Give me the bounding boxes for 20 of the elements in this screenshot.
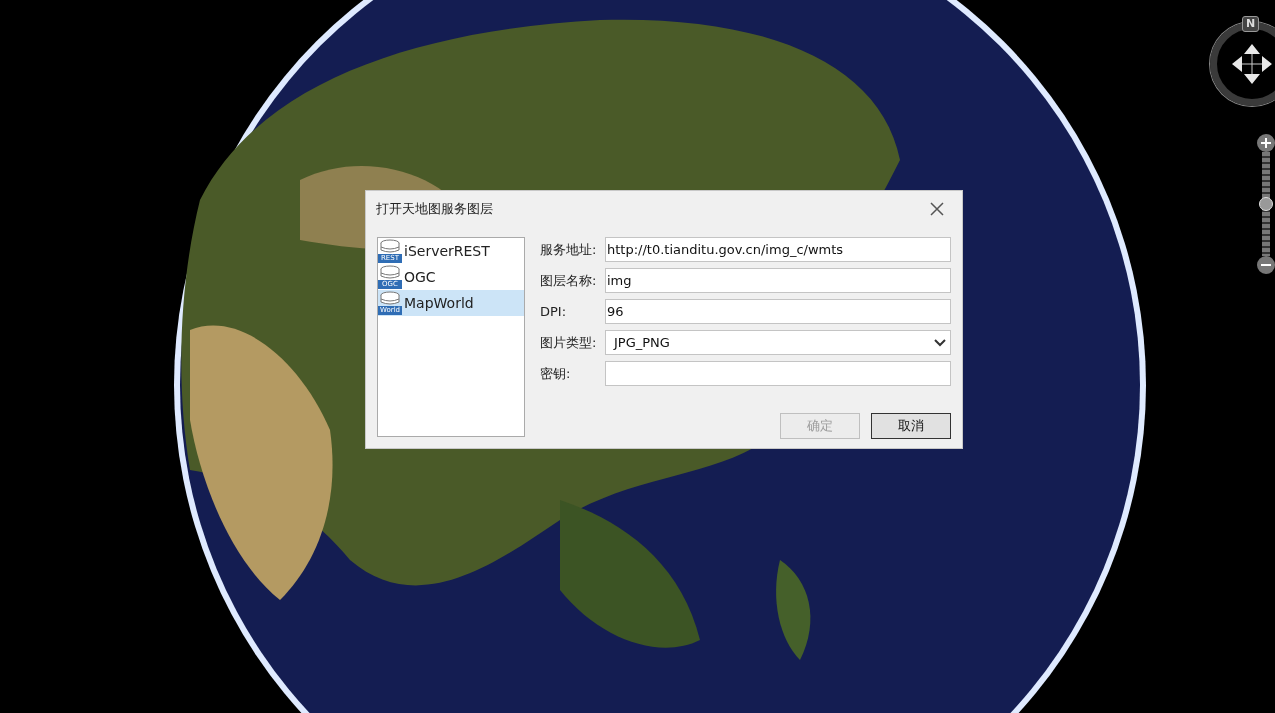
zoom-slider-track[interactable]	[1262, 152, 1270, 256]
north-label[interactable]: N	[1242, 16, 1260, 32]
dialog-button[interactable]: 取消	[871, 413, 951, 439]
dialog-title: 打开天地图服务图层	[376, 200, 493, 218]
field-label: DPI:	[540, 304, 568, 319]
input-field[interactable]: img	[605, 268, 951, 293]
image-type-dropdown[interactable]: JPG_PNG	[605, 330, 951, 355]
zoom-in-icon[interactable]	[1257, 134, 1275, 152]
input-field[interactable]: http://t0.tianditu.gov.cn/img_c/wmts	[605, 237, 951, 262]
field-label: 服务地址:	[540, 240, 598, 259]
input-field[interactable]	[605, 361, 951, 386]
field-label: 图片类型:	[540, 333, 598, 352]
pan-arrows-icon[interactable]	[1230, 42, 1274, 86]
close-icon[interactable]	[930, 202, 944, 216]
field-label: 图层名称:	[540, 271, 598, 290]
input-field[interactable]: 96	[605, 299, 951, 324]
zoom-slider-thumb[interactable]	[1259, 197, 1273, 211]
chevron-down-icon	[934, 338, 946, 347]
field-label: 密钥:	[540, 364, 572, 383]
zoom-out-icon[interactable]	[1257, 256, 1275, 274]
